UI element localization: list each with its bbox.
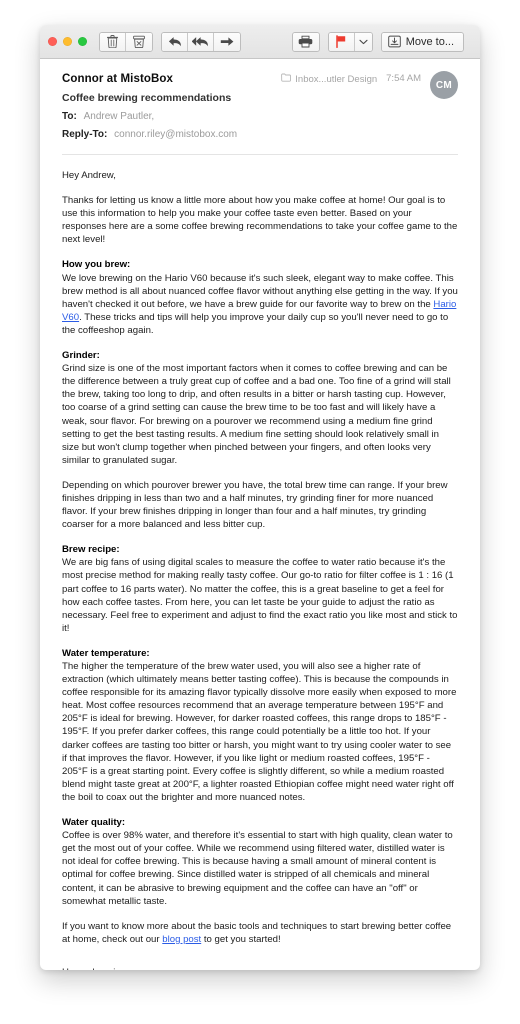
signoff-paragraph: Happy brewing, [62,966,458,970]
grinder-paragraph-1: Grind size is one of the most important … [62,363,451,466]
window-toolbar: Move to... [40,25,480,59]
flag-icon [335,35,347,48]
blog-post-link[interactable]: blog post [162,934,201,945]
chevron-down-icon [359,39,368,45]
header-divider [62,154,458,155]
message-body: Hey Andrew, Thanks for letting us know a… [40,155,480,970]
junk-button[interactable] [126,32,152,51]
grinder-heading: Grinder: [62,350,100,362]
brew-recipe-text: We are big fans of using digital scales … [62,557,458,634]
traffic-light-controls [48,37,87,46]
reply-to-row: Reply-To: connor.riley@mistobox.com [62,127,281,142]
to-row: To: Andrew Pautler, [62,109,281,124]
reply-to-address[interactable]: connor.riley@mistobox.com [114,129,237,140]
mailbox-indicator[interactable]: Inbox...utler Design [281,73,377,85]
to-recipient[interactable]: Andrew Pautler, [84,111,155,122]
grinder-section: Grinder: Grind size is one of the most im… [62,349,458,467]
reply-arrow-icon [168,36,182,48]
flag-dropdown-button[interactable] [354,32,372,51]
how-you-brew-heading: How you brew: [62,259,131,271]
signature-spacer [62,958,458,966]
print-button[interactable] [292,32,319,51]
avatar: CM [430,71,458,99]
close-window-button[interactable] [48,37,57,46]
brew-recipe-section: Brew recipe: We are big fans of using dig… [62,543,458,635]
print-button-group [291,31,320,52]
printer-icon [298,35,313,48]
move-to-button[interactable]: Move to... [381,32,463,51]
forward-button[interactable] [214,32,240,51]
move-to-box-icon [387,35,401,48]
move-to-label: Move to... [405,35,454,48]
mailbox-name: Inbox...utler Design [295,73,378,85]
mail-message-window: Move to... Connor at MistoBox Coffee bre… [40,25,480,970]
water-quality-heading: Water quality: [62,817,126,829]
toolbar-right-group: Move to... [291,31,472,52]
folder-icon [281,73,292,85]
reply-all-arrow-icon [192,36,209,48]
forward-arrow-icon [220,36,234,48]
reply-button[interactable] [162,32,188,51]
junk-box-icon [133,35,145,48]
message-timestamp: 7:54 AM [386,73,421,84]
minimize-window-button[interactable] [63,37,72,46]
delete-button[interactable] [100,32,126,51]
how-you-brew-text-before-link: We love brewing on the Hario V60 because… [62,272,458,310]
trash-icon [107,35,118,48]
greeting-paragraph: Hey Andrew, [62,170,116,181]
message-header: Connor at MistoBox Coffee brewing recomm… [40,59,480,155]
delete-junk-button-group [99,31,153,52]
flag-button-group [327,31,373,52]
grinder-paragraph-2: Depending on which pourover brewer you h… [62,479,448,531]
zoom-window-button[interactable] [78,37,87,46]
reply-forward-button-group [161,31,241,52]
to-label: To: [62,111,77,122]
water-temperature-text: The higher the temperature of the brew w… [62,661,457,803]
water-quality-text: Coffee is over 98% water, and therefore … [62,830,453,907]
closing-paragraph: If you want to know more about the basic… [62,920,458,946]
water-temperature-heading: Water temperature: [62,647,150,659]
intro-paragraph: Thanks for letting us know a little more… [62,195,458,246]
closing-text-after-link: to get you started! [201,933,281,945]
move-to-button-group: Move to... [380,31,464,52]
water-temperature-section: Water temperature: The higher the tempera… [62,647,458,804]
reply-to-label: Reply-To: [62,129,108,140]
water-quality-section: Water quality: Coffee is over 98% water, … [62,816,458,908]
message-subject: Coffee brewing recommendations [62,92,232,104]
brew-recipe-heading: Brew recipe: [62,544,120,556]
reply-all-button[interactable] [188,32,214,51]
how-you-brew-section: How you brew: We love brewing on the Hari… [62,258,458,337]
sender-name: Connor at MistoBox [62,73,174,85]
flag-button[interactable] [328,32,355,51]
how-you-brew-text-after-link: . These tricks and tips will help you im… [62,311,449,336]
